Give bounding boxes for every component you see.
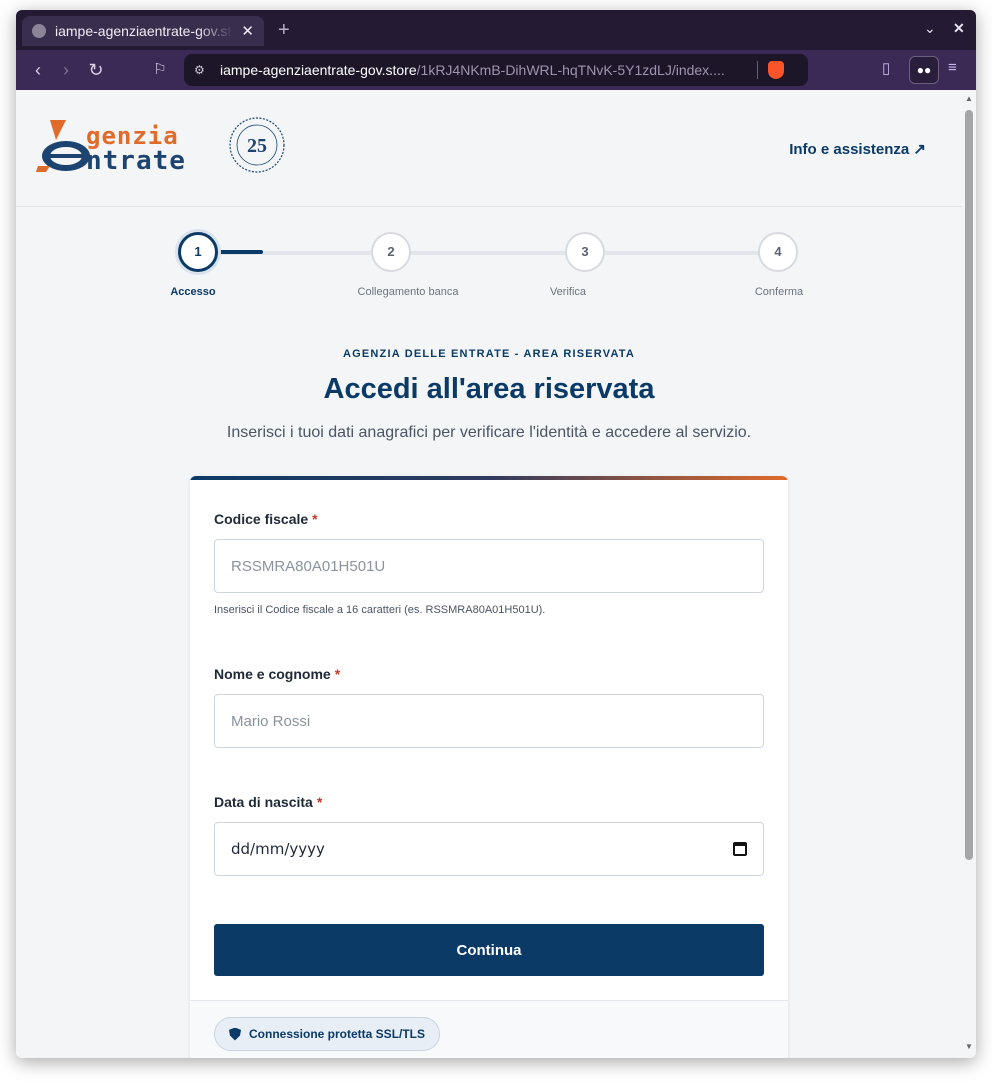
page-viewport: genzia ntrate 25 Info e assistenza ↗ 1 2… bbox=[16, 90, 976, 1058]
browser-window: iampe-agenziaentrate-gov.store ✕ + ⌄ ✕ ‹… bbox=[16, 10, 976, 1058]
back-icon[interactable]: ‹ bbox=[26, 58, 50, 82]
address-bar[interactable]: ⚙ iampe-agenziaentrate-gov.store /1kRJ4N… bbox=[184, 54, 808, 86]
required-mark: * bbox=[312, 511, 318, 527]
ssl-badge: Connessione protetta SSL/TLS bbox=[214, 1017, 441, 1051]
site-info-icon[interactable]: ⚙ bbox=[194, 63, 210, 77]
nome-cognome-label: Nome e cognome * bbox=[214, 666, 341, 682]
site-header: genzia ntrate 25 Info e assistenza ↗ bbox=[16, 90, 962, 207]
step-2-circle: 2 bbox=[371, 232, 411, 272]
section-eyebrow: AGENZIA DELLE ENTRATE - AREA RISERVATA bbox=[342, 348, 636, 360]
bookmark-icon[interactable]: ⚐ bbox=[148, 58, 172, 82]
forward-icon[interactable]: › bbox=[54, 58, 78, 82]
reload-icon[interactable]: ↻ bbox=[84, 58, 108, 82]
login-card: Codice fiscale* Inserisci il Codice fisc… bbox=[190, 476, 788, 1058]
ssl-label: Connessione protetta SSL/TLS bbox=[249, 1027, 426, 1041]
date-placeholder: dd/mm/yyyy bbox=[231, 840, 325, 858]
data-nascita-input[interactable]: dd/mm/yyyy bbox=[214, 822, 764, 876]
required-mark: * bbox=[316, 794, 323, 810]
step-4-circle: 4 bbox=[758, 232, 798, 272]
url-host: iampe-agenziaentrate-gov.store bbox=[220, 62, 417, 78]
anniversary-seal: 25 bbox=[229, 117, 285, 173]
codice-fiscale-input[interactable] bbox=[214, 539, 764, 593]
page-title: Accedi all'area riservata bbox=[323, 373, 655, 405]
globe-icon bbox=[32, 24, 46, 38]
page-subtitle: Inserisci i tuoi dati anagrafici per ver… bbox=[226, 424, 752, 441]
tab-title: iampe-agenziaentrate-gov.store bbox=[55, 23, 234, 39]
step-3-circle: 3 bbox=[565, 232, 605, 272]
chevron-down-icon[interactable]: ⌄ bbox=[924, 20, 936, 37]
glasses-icon[interactable]: ●● bbox=[909, 56, 939, 84]
required-mark: * bbox=[334, 666, 341, 682]
stepper-track bbox=[198, 251, 778, 255]
url-path: /1kRJ4NKmB-DihWRL-hqTNvK-5Y1zdLJ/index..… bbox=[416, 62, 725, 78]
card-footer: Connessione protetta SSL/TLS bbox=[190, 1000, 788, 1058]
step-3-label: Verifica bbox=[549, 286, 587, 298]
sidebar-icon[interactable]: ▯ bbox=[882, 59, 890, 77]
nome-cognome-input[interactable] bbox=[214, 694, 764, 748]
step-2-label: Collegamento banca bbox=[357, 286, 459, 298]
shield-icon bbox=[229, 1027, 241, 1041]
continua-button[interactable]: Continua bbox=[214, 924, 764, 976]
step-4-label: Conferma bbox=[754, 286, 804, 298]
data-nascita-label: Data di nascita * bbox=[214, 794, 323, 810]
scroll-down-icon[interactable]: ▼ bbox=[965, 1042, 973, 1051]
menu-icon[interactable]: ≡ bbox=[948, 59, 957, 76]
card-accent-bar bbox=[190, 476, 788, 480]
info-assistenza-link[interactable]: Info e assistenza ↗ bbox=[789, 140, 926, 158]
logo-word-entrate: ntrate bbox=[86, 146, 186, 176]
step-1-label: Accesso bbox=[170, 286, 216, 298]
page-scrollbar[interactable]: ▲ ▼ bbox=[962, 90, 976, 1058]
step-1-circle: 1 bbox=[178, 232, 218, 272]
brave-shields-icon[interactable] bbox=[767, 61, 784, 79]
tab-bar: iampe-agenziaentrate-gov.store ✕ + ⌄ ✕ bbox=[16, 10, 976, 50]
browser-toolbar: ‹ › ↻ ⚐ ⚙ iampe-agenziaentrate-gov.store… bbox=[16, 50, 976, 90]
codice-fiscale-help: Inserisci il Codice fiscale a 16 caratte… bbox=[214, 604, 546, 616]
url-divider bbox=[756, 61, 758, 79]
close-window-icon[interactable]: ✕ bbox=[953, 20, 965, 37]
browser-tab[interactable]: iampe-agenziaentrate-gov.store ✕ bbox=[22, 16, 264, 46]
calendar-icon[interactable] bbox=[733, 842, 747, 856]
seal-number: 25 bbox=[247, 135, 267, 157]
scroll-up-icon[interactable]: ▲ bbox=[965, 94, 973, 103]
agenzia-entrate-logo[interactable]: genzia ntrate bbox=[36, 116, 221, 178]
scrollbar-thumb[interactable] bbox=[965, 110, 973, 860]
new-tab-button[interactable]: + bbox=[278, 19, 290, 42]
close-tab-icon[interactable]: ✕ bbox=[241, 22, 254, 40]
codice-fiscale-label: Codice fiscale * bbox=[214, 511, 318, 527]
progress-stepper: 1 2 3 4 Accesso Collegamento banca Verif… bbox=[16, 230, 962, 310]
